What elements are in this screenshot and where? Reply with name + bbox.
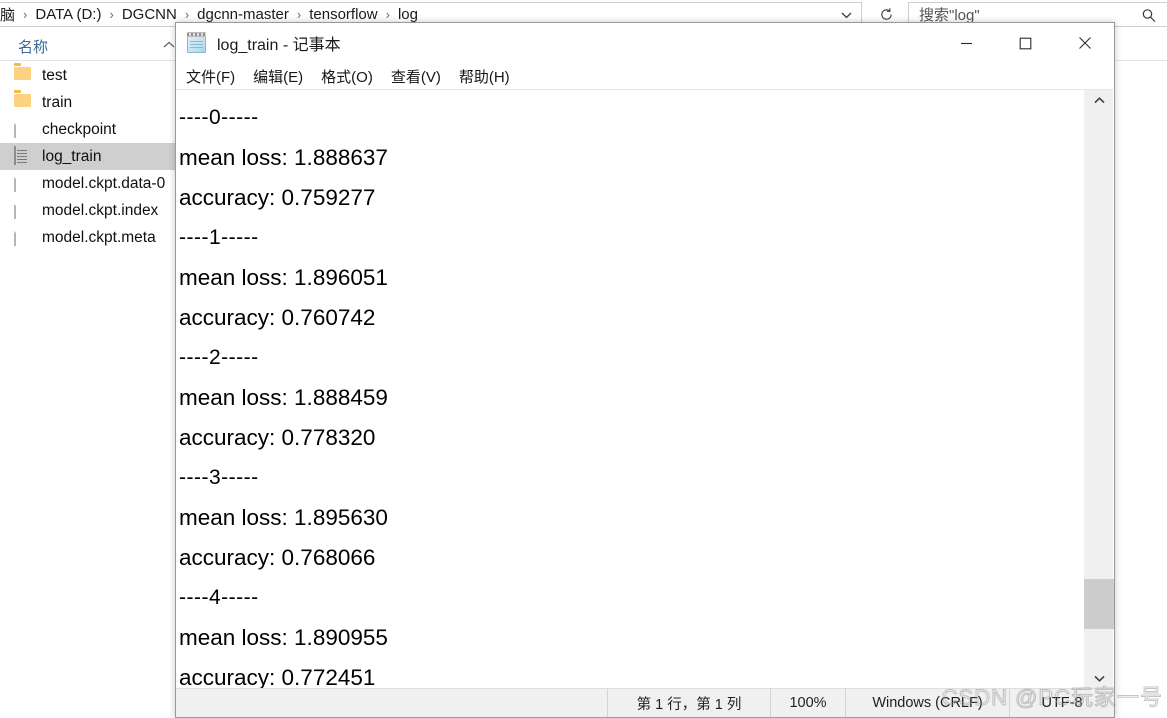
close-button[interactable] bbox=[1055, 23, 1114, 63]
breadcrumb-item-4[interactable]: tensorflow bbox=[307, 6, 379, 23]
status-bar-spacer bbox=[176, 689, 607, 717]
text-line: accuracy: 0.772451 bbox=[179, 665, 376, 688]
breadcrumb-separator: › bbox=[23, 7, 28, 22]
menu-item-format[interactable]: 格式(O) bbox=[321, 66, 373, 87]
file-icon bbox=[14, 172, 31, 194]
breadcrumb-item-0[interactable]: 脑 bbox=[0, 4, 17, 25]
scrollbar-track[interactable] bbox=[1084, 110, 1114, 668]
folder-icon bbox=[14, 66, 31, 86]
sort-ascending-icon[interactable] bbox=[163, 38, 175, 52]
status-cursor-position: 第 1 行，第 1 列 bbox=[607, 689, 770, 717]
breadcrumb-item-5[interactable]: log bbox=[396, 6, 420, 23]
menu-item-edit[interactable]: 编辑(E) bbox=[253, 66, 303, 87]
vertical-scrollbar[interactable] bbox=[1083, 90, 1114, 688]
breadcrumb-item-2[interactable]: DGCNN bbox=[120, 6, 179, 23]
menu-bar: 文件(F) 编辑(E) 格式(O) 查看(V) 帮助(H) bbox=[176, 63, 1114, 90]
breadcrumb-separator: › bbox=[184, 7, 190, 22]
window-title: log_train - 记事本 bbox=[217, 37, 341, 54]
text-line: ----4----- bbox=[179, 586, 259, 609]
text-line: ----1----- bbox=[179, 226, 259, 249]
scrollbar-thumb[interactable] bbox=[1084, 578, 1114, 629]
breadcrumb-separator: › bbox=[385, 7, 390, 22]
file-icon bbox=[14, 118, 31, 140]
menu-item-help[interactable]: 帮助(H) bbox=[459, 66, 510, 87]
breadcrumb-separator: › bbox=[109, 7, 114, 22]
breadcrumb-separator: › bbox=[296, 7, 302, 22]
maximize-button[interactable] bbox=[996, 23, 1055, 63]
text-line: accuracy: 0.768066 bbox=[179, 545, 376, 570]
status-zoom-level: 100% bbox=[770, 689, 845, 717]
text-line: ----3----- bbox=[179, 466, 259, 489]
notepad-icon bbox=[186, 32, 208, 54]
text-line: ----2----- bbox=[179, 346, 259, 369]
list-item-label: model.ckpt.data-0 bbox=[42, 174, 166, 192]
scroll-down-button[interactable] bbox=[1084, 668, 1114, 688]
status-bar: 第 1 行，第 1 列 100% Windows (CRLF) UTF-8 bbox=[176, 688, 1114, 717]
window-controls bbox=[937, 23, 1114, 63]
text-line: ----0----- bbox=[179, 106, 259, 129]
minimize-button[interactable] bbox=[937, 23, 996, 63]
breadcrumb-item-3[interactable]: dgcnn-master bbox=[195, 6, 291, 23]
notepad-window: log_train - 记事本 文件(F) 编辑(E) 格式(O) 查看(V) … bbox=[175, 22, 1115, 718]
file-icon bbox=[14, 226, 31, 248]
status-line-ending: Windows (CRLF) bbox=[845, 689, 1009, 717]
breadcrumb-item-1[interactable]: DATA (D:) bbox=[33, 6, 103, 23]
text-line: mean loss: 1.890955 bbox=[179, 625, 388, 650]
menu-item-view[interactable]: 查看(V) bbox=[391, 66, 441, 87]
text-line: accuracy: 0.759277 bbox=[179, 185, 376, 210]
list-item-label: checkpoint bbox=[42, 120, 117, 138]
list-item-label: log_train bbox=[42, 147, 102, 165]
scroll-up-button[interactable] bbox=[1084, 90, 1114, 110]
folder-icon bbox=[14, 93, 31, 113]
text-doc-icon bbox=[14, 145, 31, 167]
menu-item-file[interactable]: 文件(F) bbox=[186, 66, 235, 87]
text-area-container: ----0----- mean loss: 1.888637 accuracy:… bbox=[176, 90, 1114, 688]
text-line: mean loss: 1.896051 bbox=[179, 265, 388, 290]
list-item-label: train bbox=[42, 93, 73, 111]
text-line: mean loss: 1.888637 bbox=[179, 145, 388, 170]
text-line: accuracy: 0.778320 bbox=[179, 425, 376, 450]
list-item-label: model.ckpt.index bbox=[42, 201, 159, 219]
list-item-label: test bbox=[42, 66, 67, 84]
text-line: accuracy: 0.760742 bbox=[179, 305, 376, 330]
notepad-title-bar[interactable]: log_train - 记事本 bbox=[176, 23, 1114, 63]
column-header-name[interactable]: 名称 bbox=[18, 36, 48, 57]
screen: 脑 › DATA (D:) › DGCNN › dgcnn-master › t… bbox=[0, 0, 1167, 718]
status-encoding: UTF-8 bbox=[1009, 689, 1114, 717]
search-icon[interactable] bbox=[1141, 8, 1157, 24]
file-icon bbox=[14, 199, 31, 221]
list-item-label: model.ckpt.meta bbox=[42, 228, 156, 246]
text-line: mean loss: 1.888459 bbox=[179, 385, 388, 410]
list-item-selected[interactable]: log_train bbox=[0, 143, 175, 170]
text-editor[interactable]: ----0----- mean loss: 1.888637 accuracy:… bbox=[178, 90, 1083, 688]
text-line: mean loss: 1.895630 bbox=[179, 505, 388, 530]
